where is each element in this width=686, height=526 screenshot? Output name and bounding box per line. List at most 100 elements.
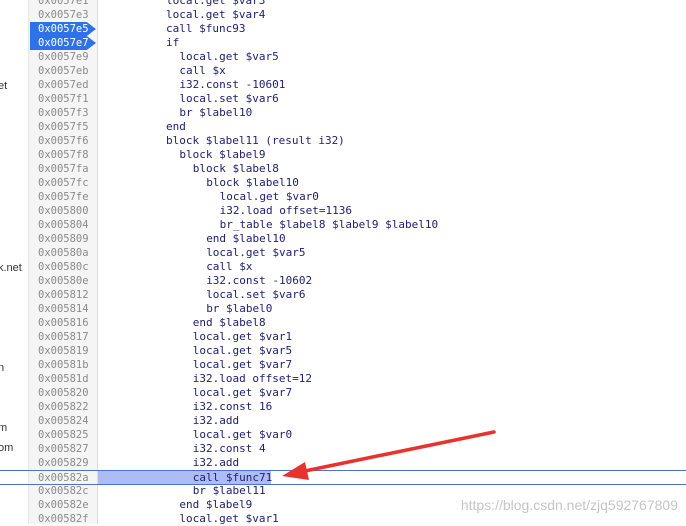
code-line[interactable]: 0x0057e3 local.get $var4 [0,8,686,22]
line-address[interactable]: 0x00582c [30,484,96,498]
line-address[interactable]: 0x0057fe [30,190,96,204]
address-text: 0x00580e [38,275,89,287]
code-line[interactable]: 0x005814 br $label0 [0,302,686,316]
code-line[interactable]: 0x00580e i32.const -10602 [0,274,686,288]
address-text: 0x00580c [38,261,89,273]
address-text: 0x0057fc [38,177,89,189]
code-line[interactable]: 0x005800 i32.load offset=1136 [0,204,686,218]
code-text: if [166,36,180,49]
code-line[interactable]: 0x0057e9 local.get $var5 [0,50,686,64]
line-address[interactable]: 0x0057f8 [30,148,96,162]
code-line[interactable]: 0x0057fe local.get $var0 [0,190,686,204]
code-line[interactable]: 0x005824 i32.add [0,414,686,428]
line-address[interactable]: 0x0057f6 [30,134,96,148]
code-line[interactable]: 0x005804 br_table $label8 $label9 $label1… [0,218,686,232]
line-address[interactable]: 0x0057fc [30,176,96,190]
code-line[interactable]: 0x005812 local.set $var6 [0,288,686,302]
line-address[interactable]: 0x0057e3 [30,8,96,22]
line-address[interactable]: 0x005819 [30,344,96,358]
code-line[interactable]: 0x005817 local.get $var1 [0,330,686,344]
line-address[interactable]: 0x005812 [30,288,96,302]
address-text: 0x0057f1 [38,93,89,105]
code-text: local.set $var6 [179,92,279,105]
line-address[interactable]: 0x0057eb [30,64,96,78]
line-address[interactable]: 0x0057f3 [30,106,96,120]
address-text: 0x005820 [38,387,89,399]
line-address[interactable]: 0x0057e9 [30,50,96,64]
line-address[interactable]: 0x0057fa [30,162,96,176]
code-text: block $label9 [179,148,266,161]
line-address[interactable]: 0x005822 [30,400,96,414]
line-address[interactable]: 0x005827 [30,442,96,456]
code-line[interactable]: 0x005827 i32.const 4 [0,442,686,456]
code-line[interactable]: 0x0057e1 local.get $var3 [0,0,686,8]
line-address[interactable]: 0x0057ed [30,78,96,92]
address-text: 0x0057f3 [38,107,89,119]
line-address[interactable]: 0x0057e1 [30,0,96,8]
code-line[interactable]: 0x005829 i32.add [0,456,686,470]
code-line[interactable]: 0x0057eb call $x [0,64,686,78]
line-address[interactable]: 0x00580a [30,246,96,260]
code-text: block $label11 (result i32) [166,134,345,147]
breakpoint-marker[interactable]: 0x0057e7 [30,36,96,50]
line-address[interactable]: 0x00580c [30,260,96,274]
code-line[interactable]: 0x0057e5 call $func93 [0,22,686,36]
address-text: 0x00581d [38,373,89,385]
line-address[interactable]: 0x005820 [30,386,96,400]
code-line[interactable]: 0x0057ed i32.const -10601 [0,78,686,92]
line-address[interactable]: 0x00580e [30,274,96,288]
address-text: 0x0057e3 [38,9,89,21]
code-text: local.get $var5 [192,344,293,357]
code-line[interactable]: 0x005820 local.get $var7 [0,386,686,400]
line-address[interactable]: 0x005800 [30,204,96,218]
line-address[interactable]: 0x005816 [30,316,96,330]
address-text: 0x00581b [38,359,89,371]
address-text: 0x0057fa [38,163,89,175]
line-address[interactable]: 0x00582a [30,471,96,485]
code-text: br_table $label8 $label9 $label10 [219,218,439,231]
line-address[interactable]: 0x0057f5 [30,120,96,134]
code-line[interactable]: 0x0057e7 if [0,36,686,50]
code-line[interactable]: 0x0057f6 block $label11 (result i32) [0,134,686,148]
address-text: 0x005822 [38,401,89,413]
code-line[interactable]: 0x00580c call $x [0,260,686,274]
code-line[interactable]: 0x00581d i32.load offset=12 [0,372,686,386]
watermark: https://blog.csdn.net/zjq592767809 [460,497,678,513]
code-line[interactable]: 0x0057f1 local.set $var6 [0,92,686,106]
code-line[interactable]: 0x0057fa block $label8 [0,162,686,176]
current-execution-line[interactable]: 0x00582a call $func71 [0,470,686,485]
line-address[interactable]: 0x00581d [30,372,96,386]
line-address[interactable]: 0x005814 [30,302,96,316]
line-address[interactable]: 0x00581b [30,358,96,372]
line-address[interactable]: 0x005824 [30,414,96,428]
line-address[interactable]: 0x00582e [30,498,96,512]
code-text: end $label9 [179,498,253,511]
code-line[interactable]: 0x005825 local.get $var0 [0,428,686,442]
code-line[interactable]: 0x0057f5 end [0,120,686,134]
line-address[interactable]: 0x005809 [30,232,96,246]
code-line[interactable]: 0x005822 i32.const 16 [0,400,686,414]
code-line[interactable]: 0x00581b local.get $var7 [0,358,686,372]
line-address[interactable]: 0x0057f1 [30,92,96,106]
code-text: br $label0 [206,302,273,315]
line-address[interactable]: 0x005829 [30,456,96,470]
breakpoint-marker[interactable]: 0x0057e5 [30,22,96,36]
code-line[interactable]: 0x0057f8 block $label9 [0,148,686,162]
line-address[interactable]: 0x005825 [30,428,96,442]
code-line[interactable]: 0x005809 end $label10 [0,232,686,246]
code-editor[interactable]: 0x0057e1 local.get $var3 0x0057e3 local.get… [0,0,686,525]
code-line[interactable]: 0x0057f3 br $label10 [0,106,686,120]
address-text: 0x0057e9 [38,51,89,63]
code-line[interactable]: 0x00582c br $label11 [0,484,686,498]
code-line[interactable]: 0x00580a local.get $var5 [0,246,686,260]
address-text: 0x00582a [38,472,89,484]
code-line[interactable]: 0x0057fc block $label10 [0,176,686,190]
address-text: 0x0057f5 [38,121,89,133]
address-text: 0x005829 [38,457,89,469]
line-address[interactable]: 0x005817 [30,330,96,344]
code-line[interactable]: 0x005816 end $label8 [0,316,686,330]
code-text: local.get $var0 [192,428,293,441]
address-text: 0x005824 [38,415,89,427]
code-line[interactable]: 0x005819 local.get $var5 [0,344,686,358]
line-address[interactable]: 0x005804 [30,218,96,232]
